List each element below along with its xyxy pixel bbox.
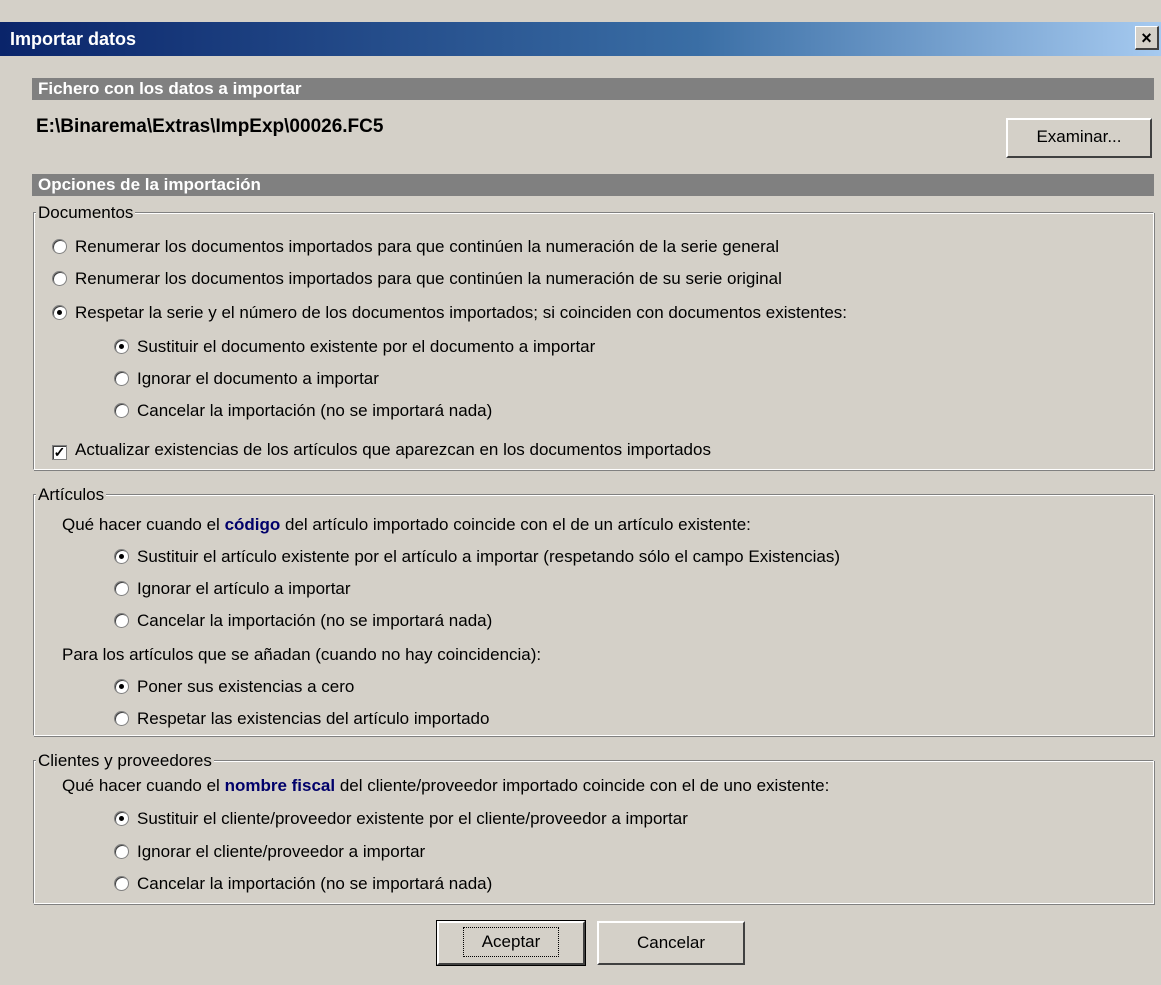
question-suffix: del cliente/proveedor importado coincide… [335,776,830,795]
doc-sub-option-ignore[interactable]: Ignorar el documento a importar [114,368,379,390]
doc-option-label: Renumerar los documentos importados para… [75,237,780,256]
close-icon: × [1141,28,1152,48]
window-title: Importar datos [10,29,137,49]
doc-sub-option-label: Cancelar la importación (no se importará… [137,401,493,420]
cliente-option-label: Ignorar el cliente/proveedor a importar [137,842,426,861]
radio-selected-icon[interactable] [52,305,67,320]
update-stock-checkbox-row[interactable]: ✓ Actualizar existencias de los artículos… [52,439,711,461]
update-stock-label: Actualizar existencias de los artículos … [75,440,711,459]
doc-option-renumber-original[interactable]: Renumerar los documentos importados para… [52,268,782,290]
new-items-option-respect[interactable]: Respetar las existencias del artículo im… [114,708,489,730]
doc-sub-option-replace[interactable]: Sustituir el documento existente por el … [114,336,595,358]
articulos-question: Qué hacer cuando el código del artículo … [62,514,751,536]
options-section-header: Opciones de la importación [32,174,1154,196]
clientes-legend: Clientes y proveedores [36,751,214,771]
title-bar: Importar datos × [0,22,1161,56]
cliente-option-replace[interactable]: Sustituir el cliente/proveedor existente… [114,808,688,830]
question-suffix: del artículo importado coincide con el d… [280,515,751,534]
file-section-header: Fichero con los datos a importar [32,78,1154,100]
doc-sub-option-label: Sustituir el documento existente por el … [137,337,596,356]
articulo-option-label: Cancelar la importación (no se importará… [137,611,493,630]
radio-icon[interactable] [114,711,129,726]
radio-icon[interactable] [114,581,129,596]
browse-button[interactable]: Examinar... [1006,118,1152,158]
question-bold: nombre fiscal [224,776,336,795]
checkbox-checked-icon[interactable]: ✓ [52,445,67,460]
question-bold: código [224,515,281,534]
radio-icon[interactable] [52,271,67,286]
radio-icon[interactable] [114,613,129,628]
radio-selected-icon[interactable] [114,339,129,354]
cliente-option-label: Cancelar la importación (no se importará… [137,874,493,893]
close-button[interactable]: × [1135,26,1159,50]
radio-selected-icon[interactable] [114,549,129,564]
articulos-legend: Artículos [36,485,107,505]
cancel-button[interactable]: Cancelar [597,921,745,965]
question-prefix: Qué hacer cuando el [62,776,225,795]
new-items-option-label: Poner sus existencias a cero [137,677,355,696]
radio-icon[interactable] [114,371,129,386]
doc-option-label: Renumerar los documentos importados para… [75,269,782,288]
new-items-option-zero[interactable]: Poner sus existencias a cero [114,676,354,698]
doc-option-renumber-general[interactable]: Renumerar los documentos importados para… [52,236,779,258]
radio-selected-icon[interactable] [114,811,129,826]
new-items-option-label: Respetar las existencias del artículo im… [137,709,490,728]
doc-option-respect-series[interactable]: Respetar la serie y el número de los doc… [52,302,847,324]
question-prefix: Qué hacer cuando el [62,515,225,534]
cliente-option-ignore[interactable]: Ignorar el cliente/proveedor a importar [114,841,425,863]
articulo-option-ignore[interactable]: Ignorar el artículo a importar [114,578,351,600]
doc-sub-option-cancel[interactable]: Cancelar la importación (no se importará… [114,400,492,422]
cliente-option-cancel[interactable]: Cancelar la importación (no se importará… [114,873,492,895]
accept-button[interactable]: Aceptar [436,920,586,966]
radio-icon[interactable] [52,239,67,254]
accept-label: Aceptar [462,927,560,957]
radio-icon[interactable] [114,876,129,891]
radio-icon[interactable] [114,403,129,418]
new-items-label: Para los artículos que se añadan (cuando… [62,645,542,664]
articulo-option-label: Ignorar el artículo a importar [137,579,351,598]
doc-sub-option-label: Ignorar el documento a importar [137,369,379,388]
documentos-legend: Documentos [36,203,136,223]
cliente-option-label: Sustituir el cliente/proveedor existente… [137,809,688,828]
articulo-option-label: Sustituir el artículo existente por el a… [137,547,840,566]
articulo-option-cancel[interactable]: Cancelar la importación (no se importará… [114,610,492,632]
doc-option-label: Respetar la serie y el número de los doc… [75,303,848,322]
radio-icon[interactable] [114,844,129,859]
file-path: E:\Binarema\Extras\ImpExp\00026.FC5 [36,116,384,137]
radio-selected-icon[interactable] [114,679,129,694]
clientes-question: Qué hacer cuando el nombre fiscal del cl… [62,775,829,797]
articulo-option-replace[interactable]: Sustituir el artículo existente por el a… [114,546,840,568]
